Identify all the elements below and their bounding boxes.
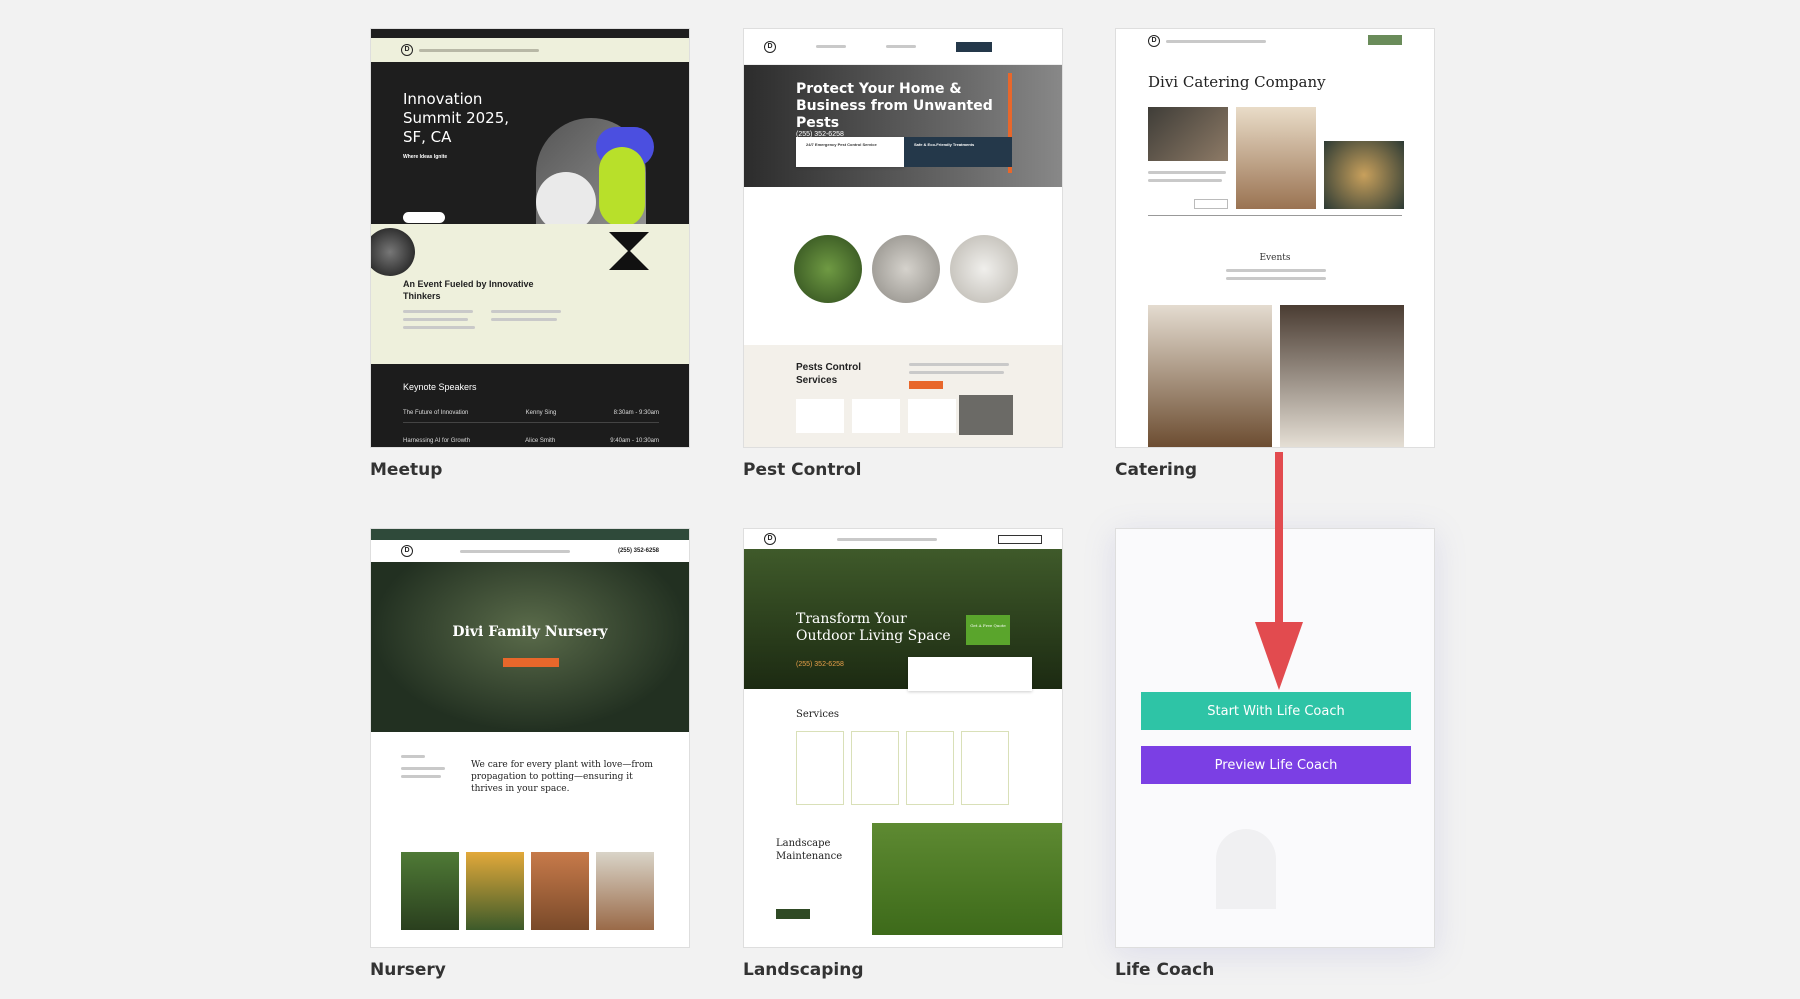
- lime-shape: [599, 147, 645, 227]
- hero-tagline: Where Ideas Ignite: [403, 154, 448, 160]
- sprayer-image: [950, 235, 1018, 303]
- services-section: Pests Control Services: [744, 345, 1062, 447]
- section-title: An Event Fueled by Innovative Thinkers: [403, 279, 534, 301]
- pots-image: [531, 852, 589, 930]
- flower-image: [466, 852, 524, 930]
- preview-nav: D: [371, 38, 689, 62]
- preview-about: An Event Fueled by Innovative Thinkers: [371, 224, 689, 364]
- services-title: Services: [796, 709, 840, 720]
- hero-title: Transform Your Outdoor Living Space: [796, 611, 951, 644]
- nav-phone: (255) 352-6258: [617, 548, 659, 554]
- lawn-image: [872, 823, 1062, 935]
- layout-name-nursery[interactable]: Nursery: [370, 960, 446, 980]
- bottle-image: [872, 235, 940, 303]
- preview-hero: Innovation Summit 2025, SF, CA Where Ide…: [371, 62, 689, 253]
- hero-phone: (255) 352-6258: [796, 661, 844, 668]
- preview-layout-button[interactable]: Preview Life Coach: [1141, 746, 1411, 784]
- speaker-row: Harnessing AI for Growth Alice Smith 9:4…: [403, 438, 659, 444]
- feature-box: [908, 657, 1032, 691]
- table-image: [1236, 107, 1316, 209]
- layout-card-landscaping[interactable]: D Transform Your Outdoor Living Space Ge…: [743, 528, 1063, 948]
- service-cards: [796, 731, 1009, 805]
- announcement-bar: [371, 29, 689, 38]
- announcement-bar: [371, 529, 689, 540]
- layout-card-catering[interactable]: D Divi Catering Company Events: [1115, 28, 1435, 448]
- layout-name-catering[interactable]: Catering: [1115, 460, 1197, 480]
- coach-portrait: [1216, 829, 1276, 909]
- quote-button-shape: [956, 41, 992, 52]
- speaker-row: The Future of Innovation Kenny Sing 8:30…: [403, 410, 659, 423]
- banquet-image: [1148, 305, 1272, 447]
- hero-title: Innovation Summit 2025, SF, CA: [403, 90, 510, 146]
- divi-logo-icon: D: [401, 545, 413, 557]
- layout-gallery: D Innovation Summit 2025, SF, CA Where I…: [0, 0, 1800, 999]
- moon-graphic: [371, 228, 415, 276]
- preview-nav: D (255) 352-6258: [371, 540, 689, 562]
- booking-button-shape: [1368, 35, 1402, 45]
- preview-nav: D: [744, 29, 1062, 65]
- speakers-title: Keynote Speakers: [403, 382, 477, 392]
- plated-dish-image: [1280, 305, 1404, 447]
- garden-image: [596, 852, 654, 930]
- layout-name-landscaping[interactable]: Landscaping: [743, 960, 864, 980]
- plant-image: [794, 235, 862, 303]
- start-with-layout-button[interactable]: Start With Life Coach: [1141, 692, 1411, 730]
- hero-title: Protect Your Home & Business from Unwant…: [796, 81, 993, 131]
- down-arrow-icon: [1255, 452, 1303, 690]
- feature-box: 24/7 Emergency Pest Control Service: [796, 137, 904, 167]
- white-circle: [536, 172, 596, 232]
- feature-box: Safe & Eco-Friendly Treatments: [904, 137, 1012, 167]
- layout-card-meetup[interactable]: D Innovation Summit 2025, SF, CA Where I…: [370, 28, 690, 448]
- food-image: [1148, 107, 1228, 161]
- divi-logo-icon: D: [764, 40, 776, 53]
- service-images: [794, 235, 1018, 303]
- preview-nav: D: [744, 529, 1062, 549]
- hero-title: Divi Family Nursery: [452, 624, 608, 640]
- hourglass-graphic: [609, 232, 649, 252]
- plant-image: [401, 852, 459, 930]
- section-title: Landscape Maintenance: [776, 838, 843, 862]
- preview-hero: Protect Your Home & Business from Unwant…: [744, 65, 1062, 187]
- cta-button-shape: [503, 658, 559, 667]
- dish-image: [1324, 141, 1404, 209]
- preview-hero: Divi Family Nursery: [371, 562, 689, 732]
- quote-button-shape: Get A Free Quote: [966, 615, 1010, 645]
- category-images: [401, 852, 654, 930]
- hero-title: Divi Catering Company: [1148, 73, 1326, 91]
- layout-name-meetup[interactable]: Meetup: [370, 460, 442, 480]
- layout-card-pest-control[interactable]: D Protect Your Home & Business from Unwa…: [743, 28, 1063, 448]
- intro-quote: We care for every plant with love—from p…: [471, 760, 653, 794]
- section-title: Pests Control Services: [796, 362, 862, 386]
- layout-name-pest-control[interactable]: Pest Control: [743, 460, 861, 480]
- layout-name-life-coach[interactable]: Life Coach: [1115, 960, 1214, 980]
- register-button-shape: [403, 212, 445, 223]
- divi-logo-icon: D: [401, 44, 413, 56]
- speakers-section: Keynote Speakers The Future of Innovatio…: [371, 364, 689, 447]
- divi-logo-icon: D: [764, 533, 776, 545]
- section-title: Events: [1259, 253, 1291, 263]
- layout-card-nursery[interactable]: D (255) 352-6258 Divi Family Nursery We …: [370, 528, 690, 948]
- divi-logo-icon: D: [1148, 35, 1160, 47]
